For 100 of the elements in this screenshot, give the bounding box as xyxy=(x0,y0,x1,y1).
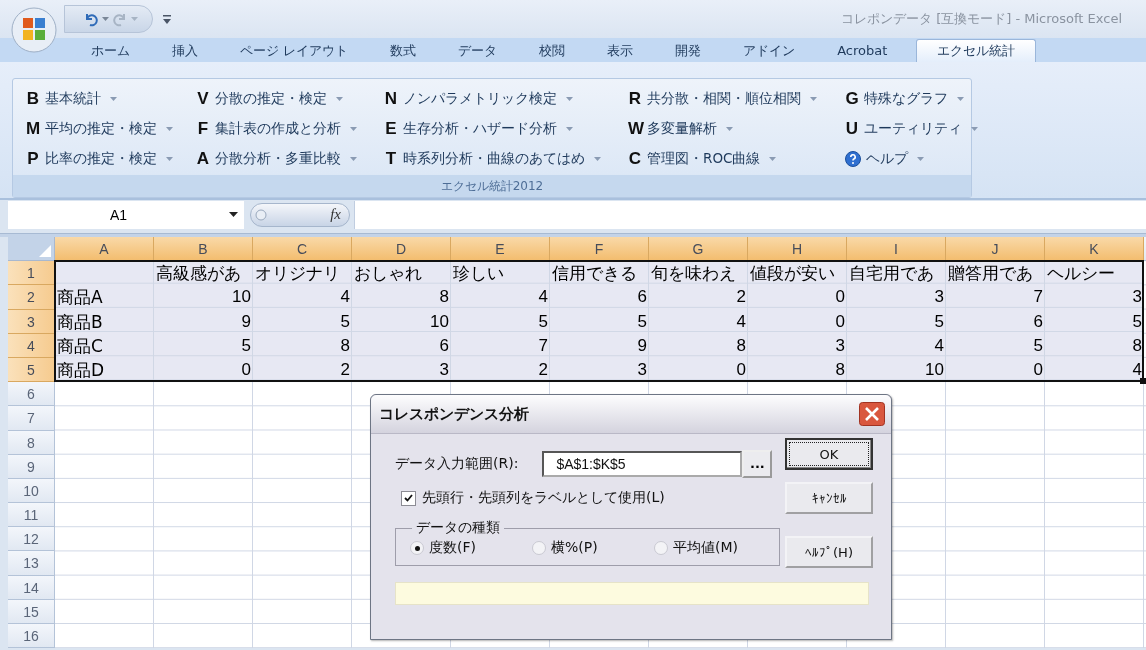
cell-text: 5 xyxy=(1131,310,1143,333)
row-header[interactable]: 10 xyxy=(8,478,55,504)
row-header[interactable]: 14 xyxy=(8,575,55,600)
ribbon-tab[interactable]: 校閲 xyxy=(518,39,587,62)
row-header[interactable]: 6 xyxy=(8,382,55,407)
caret-icon[interactable] xyxy=(131,17,138,21)
radio-button[interactable] xyxy=(532,541,546,555)
checkbox[interactable] xyxy=(401,490,416,506)
radio-label[interactable]: 横%(P) xyxy=(551,539,598,557)
dropdown-caret-icon xyxy=(917,156,924,161)
cell-text: 3 xyxy=(933,286,945,309)
insert-function-button[interactable]: fx xyxy=(330,206,341,223)
column-header[interactable]: J xyxy=(946,237,1045,262)
radio-button[interactable] xyxy=(410,541,424,555)
cell-text: 8 xyxy=(339,334,351,357)
close-icon[interactable] xyxy=(859,402,885,426)
row-header[interactable]: 13 xyxy=(8,551,55,576)
ribbon-command[interactable]: N ノンパラメトリック検定 xyxy=(384,87,573,110)
ribbon-command[interactable]: M 平均の推定・検定 xyxy=(26,117,173,140)
row-header[interactable]: 2 xyxy=(8,285,55,310)
dropdown-caret-icon xyxy=(594,156,601,161)
ribbon-tab[interactable]: データ xyxy=(437,39,519,62)
window-title: コレポンデータ [互換モード] - Microsoft Excel xyxy=(841,10,1122,28)
ribbon-tab[interactable]: アドイン xyxy=(722,39,817,62)
cell-text: 3 xyxy=(1131,286,1143,309)
column-header[interactable]: G xyxy=(649,237,748,262)
dropdown-caret-icon xyxy=(769,156,777,161)
ribbon-command[interactable]: A 分散分析・多重比較 xyxy=(196,147,357,170)
input-field[interactable]: $A$1:$K$5 xyxy=(542,451,743,477)
radio-label[interactable]: 平均値(M) xyxy=(673,539,738,557)
row-header[interactable]: 7 xyxy=(8,406,55,431)
cell-text: 7 xyxy=(537,334,549,357)
radio-button[interactable] xyxy=(654,541,668,555)
expand-icon[interactable] xyxy=(255,208,267,221)
cell-text: 3 xyxy=(834,334,846,357)
column-header[interactable]: K xyxy=(1045,237,1144,262)
ribbon-command[interactable]: E 生存分析・ハザード分析 xyxy=(384,117,573,140)
ribbon-tab[interactable]: ページ レイアウト xyxy=(219,39,370,62)
column-header[interactable]: C xyxy=(253,237,352,262)
dialog-button[interactable]: ﾍﾙﾌﾟ(H) xyxy=(785,536,873,568)
column-header[interactable]: D xyxy=(352,237,451,262)
cell-text: 10 xyxy=(429,310,450,333)
cell-text: 4 xyxy=(1131,358,1143,381)
ribbon-command[interactable]: B 基本統計 xyxy=(26,87,117,110)
dialog-title: コレスポンデンス分析 xyxy=(379,404,529,424)
column-header[interactable]: A xyxy=(55,237,154,262)
redo-icon[interactable] xyxy=(112,11,128,27)
row-header[interactable]: 16 xyxy=(8,624,55,649)
dropdown-caret-icon[interactable] xyxy=(229,212,238,217)
cell-text: 3 xyxy=(636,358,648,381)
ribbon-command[interactable]: F 集計表の作成と分析 xyxy=(196,117,357,140)
dialog-button[interactable]: ｷｬﾝｾﾙ xyxy=(785,482,873,514)
ribbon-command[interactable]: G 特殊なグラフ xyxy=(845,87,964,110)
row-header[interactable]: 1 xyxy=(8,261,55,286)
ribbon-command[interactable]: C 管理図・ROC曲線 xyxy=(628,147,777,170)
ribbon-command[interactable]: R 共分散・相関・順位相関 xyxy=(628,87,817,110)
ribbon-command[interactable]: T 時系列分析・曲線のあてはめ xyxy=(384,147,601,170)
ribbon-tab[interactable]: エクセル統計 xyxy=(916,39,1037,62)
checkbox-label[interactable]: 先頭行・先頭列をラベルとして使用(L) xyxy=(422,489,665,507)
radio-label[interactable]: 度数(F) xyxy=(429,539,476,557)
column-header[interactable]: I xyxy=(847,237,946,262)
cell-text: 8 xyxy=(735,334,747,357)
field-label: データ入力範囲(R): xyxy=(395,455,519,473)
ribbon-command[interactable]: V 分散の推定・検定 xyxy=(196,87,343,110)
dropdown-caret-icon xyxy=(336,96,343,101)
select-all-button[interactable] xyxy=(39,245,51,258)
cell-text: 旬を味わえ xyxy=(650,262,737,286)
ribbon-tab[interactable]: 挿入 xyxy=(151,39,219,62)
column-header[interactable]: H xyxy=(748,237,847,262)
ribbon-tab[interactable]: ホーム xyxy=(70,39,151,62)
dialog-button[interactable]: OK xyxy=(785,438,873,470)
browse-button[interactable]: ... xyxy=(742,450,773,478)
cell-text: 2 xyxy=(339,358,351,381)
ribbon-tab[interactable]: 開発 xyxy=(654,39,723,62)
row-header[interactable]: 15 xyxy=(8,599,55,624)
caret-icon[interactable] xyxy=(102,17,109,21)
ribbon-command[interactable]: W 多変量解析 xyxy=(628,117,733,140)
column-header[interactable]: B xyxy=(154,237,253,262)
cell-text: 商品D xyxy=(56,358,106,382)
cell-text: 10 xyxy=(924,358,945,381)
cell-text: 7 xyxy=(1032,286,1044,309)
row-header[interactable]: 11 xyxy=(8,503,55,528)
column-header[interactable]: F xyxy=(550,237,649,262)
ribbon-command[interactable]: U ユーティリティ xyxy=(845,117,978,140)
row-header[interactable]: 9 xyxy=(8,454,55,479)
formula-field[interactable] xyxy=(354,200,1146,229)
row-header[interactable]: 12 xyxy=(8,527,55,552)
row-header[interactable]: 8 xyxy=(8,430,55,455)
cell-text: 4 xyxy=(735,310,747,333)
ribbon-command[interactable]: P 比率の推定・検定 xyxy=(26,147,173,170)
undo-icon[interactable] xyxy=(83,11,99,27)
column-header[interactable]: E xyxy=(451,237,550,262)
ribbon-tab[interactable]: Acrobat xyxy=(816,39,909,62)
ribbon-tab[interactable]: 表示 xyxy=(586,39,655,62)
ribbon-command[interactable]: ヘルプ xyxy=(845,147,924,170)
ribbon-tab[interactable]: 数式 xyxy=(369,39,438,62)
cell-text: 8 xyxy=(1131,334,1143,357)
cell-text: 9 xyxy=(636,334,648,357)
customize-toolbar-icon[interactable] xyxy=(163,14,171,24)
name-box[interactable]: A1 xyxy=(8,200,244,229)
